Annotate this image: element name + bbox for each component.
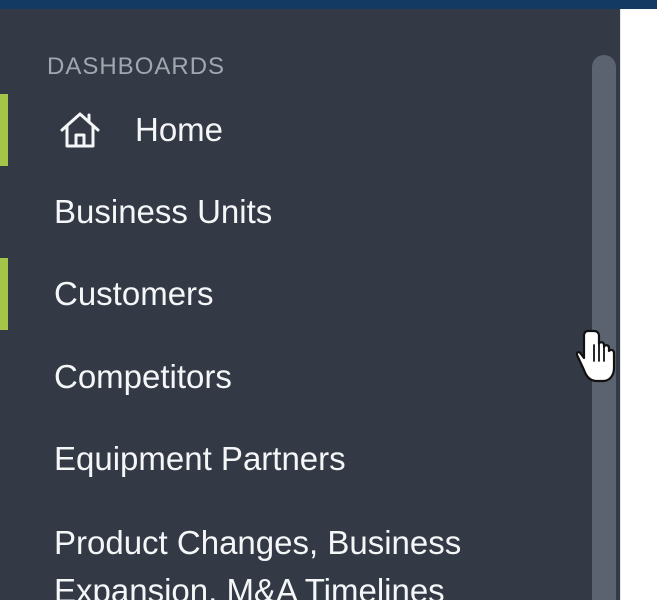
home-icon [60,112,100,148]
sidebar-item-home[interactable]: Home [0,94,590,166]
active-indicator [0,258,8,330]
sidebar-item-equipment-partners[interactable]: Equipment Partners [0,423,590,495]
sidebar-item-competitors[interactable]: Competitors [0,341,590,413]
top-bar [0,0,657,9]
dashboards-section-header: DASHBOARDS [47,53,226,80]
sidebar-item-customers[interactable]: Customers [0,258,590,330]
active-indicator [0,94,8,166]
sidebar-item-label: Equipment Partners [54,440,346,477]
sidebar-item-label: Competitors [54,358,232,395]
sidebar-item-label: Business Units [54,193,273,230]
hand-cursor-icon [576,329,616,383]
sidebar-item-label: Customers [54,275,214,312]
sidebar-item-label: Home [135,111,224,148]
sidebar: DASHBOARDS Home Business Units Customers… [0,9,620,600]
sidebar-item-product-changes[interactable]: Product Changes, Business Expansion, M&A… [54,519,594,600]
main-content-panel [620,9,657,600]
sidebar-item-business-units[interactable]: Business Units [0,176,590,248]
